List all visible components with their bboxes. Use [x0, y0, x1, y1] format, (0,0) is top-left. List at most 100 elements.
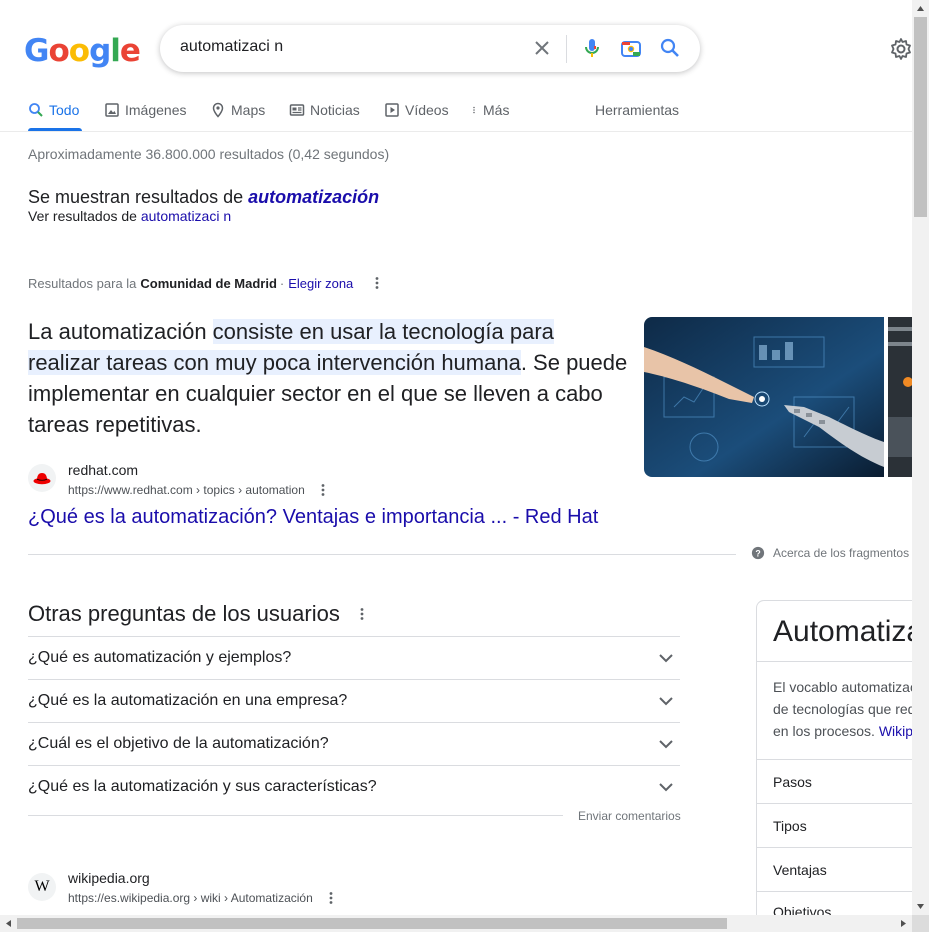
search-divider — [566, 35, 567, 63]
svg-text:?: ? — [755, 549, 760, 559]
kp-item-tipos[interactable]: Tipos — [757, 803, 926, 847]
logo-letter: e — [119, 33, 141, 69]
tools-label: Herramientas — [595, 102, 680, 118]
paa-question[interactable]: ¿Cuál es el objetivo de la automatizació… — [28, 722, 680, 765]
more-vert-icon — [473, 106, 475, 114]
wikipedia-w-icon: W — [34, 878, 50, 895]
tab-videos[interactable]: Vídeos — [384, 102, 449, 118]
tab-label: Maps — [231, 102, 266, 118]
search-icon — [29, 103, 43, 117]
play-icon — [385, 103, 399, 117]
map-pin-icon — [212, 102, 224, 118]
kp-title: Automatización — [773, 615, 926, 648]
chevron-down-icon — [659, 654, 673, 663]
tab-label: Todo — [49, 102, 80, 118]
chevron-down-icon — [659, 740, 673, 749]
kp-desc-line: de tecnologías que reducen — [773, 701, 926, 717]
paa-question-text: ¿Qué es la automatización en una empresa… — [28, 692, 348, 709]
location-line: Resultados para la Comunidad de Madrid ·… — [28, 275, 385, 291]
paa-question-text: ¿Cuál es el objetivo de la automatizació… — [28, 735, 329, 752]
spelling-correction: Se muestran resultados de automatización — [28, 187, 379, 208]
source-url: https://es.wikipedia.org › wiki › Automa… — [68, 890, 339, 906]
snippet-image[interactable] — [644, 317, 884, 477]
mic-icon[interactable] — [580, 36, 604, 60]
paa-question[interactable]: ¿Qué es la automatización y sus caracter… — [28, 765, 680, 808]
scrollbar-corner — [912, 915, 929, 932]
paa-divider — [28, 815, 563, 816]
search-input[interactable] — [180, 38, 500, 56]
more-vert-icon[interactable] — [354, 606, 370, 622]
original-query-link[interactable]: automatizaci n — [141, 208, 231, 224]
snippet-result-link[interactable]: ¿Qué es la automatización? Ventajas e im… — [28, 506, 598, 529]
tab-imagenes[interactable]: Imágenes — [104, 102, 186, 118]
result-stats: Aproximadamente 36.800.000 resultados (0… — [28, 146, 390, 162]
search-box — [160, 25, 700, 72]
paa-question[interactable]: ¿Qué es automatización y ejemplos? — [28, 636, 680, 679]
source-url-text: https://www.redhat.com › topics › automa… — [68, 483, 305, 497]
logo-letter: o — [48, 33, 69, 69]
tab-todo[interactable]: Todo — [28, 102, 79, 118]
snippet-text-start: La automatización — [28, 319, 213, 344]
tabs-divider — [0, 131, 912, 132]
location-separator: · — [279, 275, 285, 291]
snippet-highlight: realizar tareas con muy poca intervenció… — [28, 350, 521, 375]
paa-question-text: ¿Qué es la automatización y sus caracter… — [28, 778, 377, 795]
kp-desc-line: en los procesos. — [773, 723, 879, 739]
scroll-right-arrow-icon[interactable] — [895, 915, 912, 932]
change-zone-link[interactable]: Elegir zona — [288, 276, 353, 291]
paa-title: Otras preguntas de los usuarios — [28, 601, 370, 627]
chevron-down-icon — [659, 783, 673, 792]
more-vert-icon[interactable] — [315, 482, 331, 498]
logo-letter: g — [89, 33, 111, 69]
tab-maps[interactable]: Maps — [210, 102, 265, 118]
kp-desc-line: El vocablo automatización — [773, 679, 926, 695]
scroll-left-arrow-icon[interactable] — [0, 915, 17, 932]
paa-title-text: Otras preguntas de los usuarios — [28, 601, 340, 626]
original-prefix: Ver resultados de — [28, 208, 141, 224]
google-logo[interactable]: Google — [24, 33, 141, 69]
knowledge-panel: Automatización El vocablo automatización… — [756, 600, 926, 932]
more-vert-icon[interactable] — [369, 275, 385, 291]
original-query-line: Ver resultados de automatizaci n — [28, 208, 231, 224]
spelling-prefix: Se muestran resultados de — [28, 187, 249, 207]
about-snippets-link[interactable]: ? Acerca de los fragmentos destacados — [751, 546, 929, 560]
tab-noticias[interactable]: Noticias — [289, 102, 360, 118]
send-feedback-link[interactable]: Enviar comentarios — [578, 809, 681, 823]
scroll-up-arrow-icon[interactable] — [912, 0, 929, 17]
news-icon — [289, 104, 305, 116]
chevron-down-icon — [659, 697, 673, 706]
more-vert-icon[interactable] — [323, 890, 339, 906]
snippet-highlight: consiste en usar la tecnología para — [212, 319, 554, 344]
search-icon[interactable] — [658, 36, 682, 60]
image-icon — [105, 103, 119, 117]
featured-snippet-text: La automatización consiste en usar la te… — [28, 316, 628, 440]
horizontal-scroll-thumb[interactable] — [17, 918, 727, 929]
source-name: wikipedia.org — [68, 870, 150, 886]
close-icon[interactable] — [530, 36, 554, 60]
logo-letter: l — [110, 33, 121, 69]
tab-mas[interactable]: Más — [470, 102, 509, 118]
vertical-scroll-thumb[interactable] — [914, 17, 927, 217]
tab-label: Imágenes — [125, 102, 187, 118]
scroll-down-arrow-icon[interactable] — [912, 898, 929, 915]
corrected-query-link[interactable]: automatización — [248, 187, 379, 207]
location-region: Comunidad de Madrid — [140, 275, 277, 291]
source-url: https://www.redhat.com › topics › automa… — [68, 482, 331, 498]
about-snippets-label: Acerca de los fragmentos destacados — [773, 546, 929, 560]
gear-icon[interactable] — [889, 37, 913, 61]
location-prefix: Resultados para la — [28, 275, 137, 291]
paa-question-text: ¿Qué es automatización y ejemplos? — [28, 649, 292, 666]
redhat-favicon — [28, 464, 56, 492]
source-name: redhat.com — [68, 462, 139, 478]
paa-question[interactable]: ¿Qué es la automatización en una empresa… — [28, 679, 680, 722]
tools-button[interactable]: Herramientas — [595, 102, 679, 118]
logo-letter: o — [68, 33, 90, 69]
help-icon: ? — [751, 546, 765, 560]
camera-icon[interactable] — [619, 36, 643, 60]
redhat-logo-icon — [33, 473, 51, 485]
kp-item-pasos[interactable]: Pasos — [757, 759, 926, 803]
snippet-image-2[interactable] — [888, 317, 912, 477]
tab-label: Noticias — [310, 102, 360, 118]
wikipedia-favicon: W — [28, 873, 56, 901]
kp-item-ventajas[interactable]: Ventajas — [757, 847, 926, 891]
